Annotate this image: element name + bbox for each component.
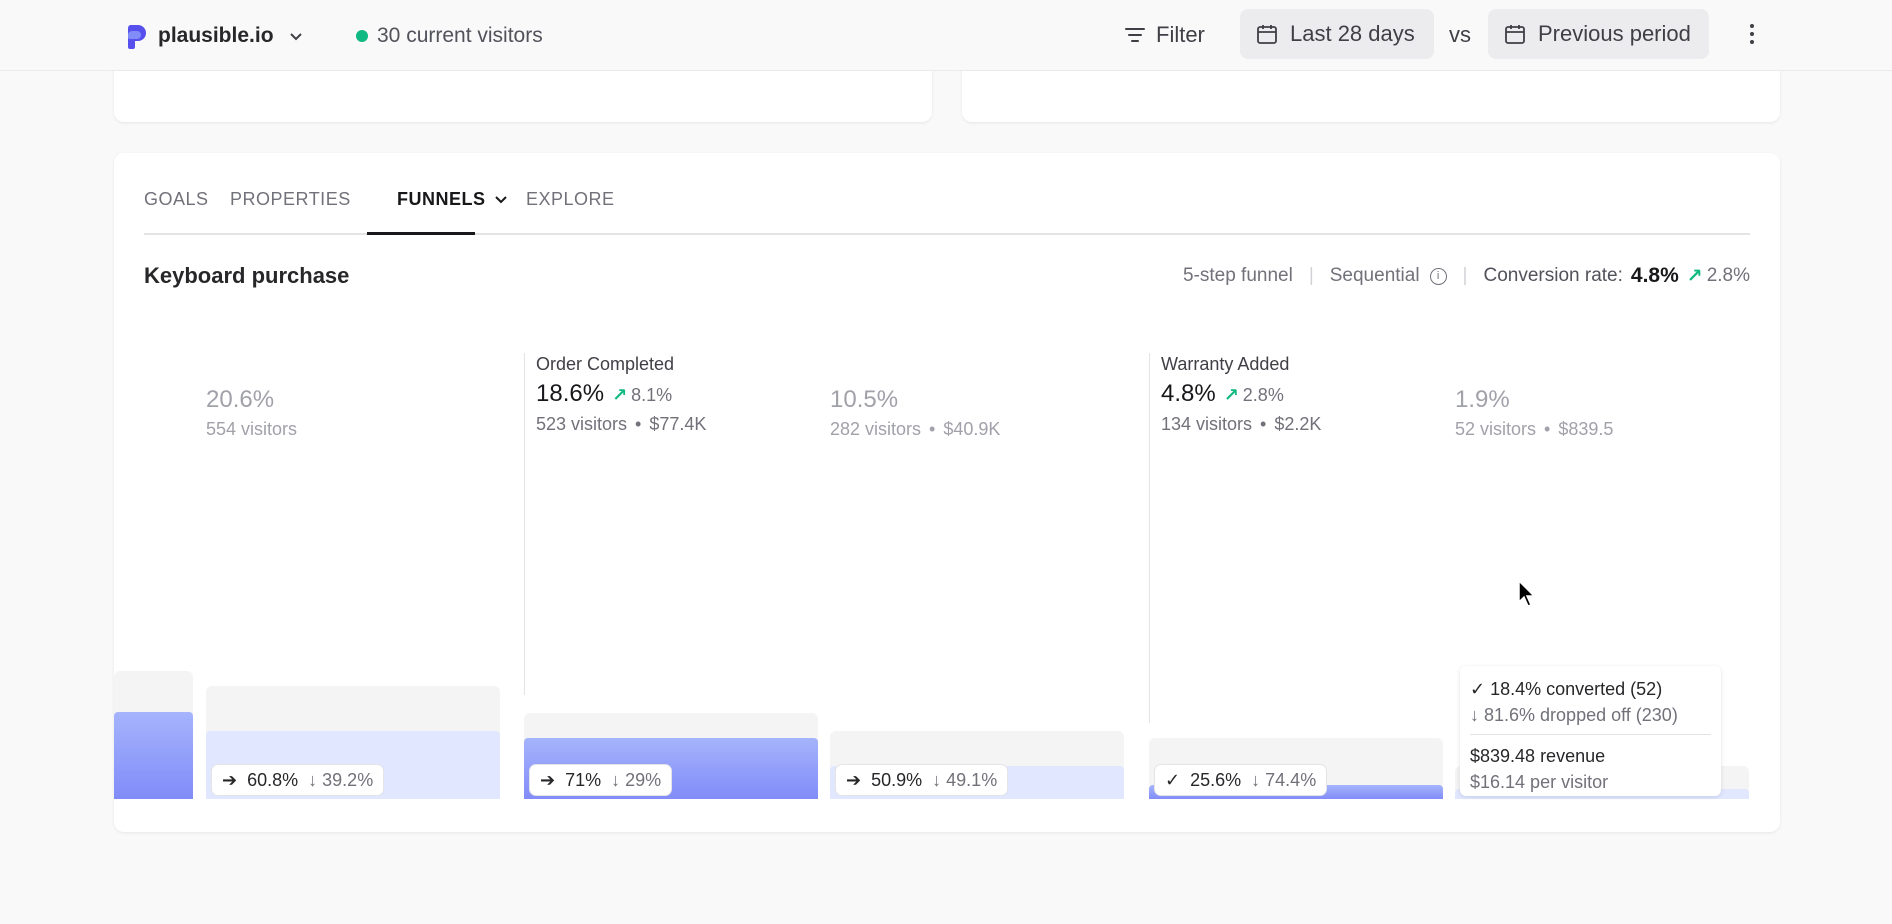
step-revenue: $2.2K <box>1274 414 1322 434</box>
filter-label: Filter <box>1156 22 1205 47</box>
step-tooltip: ✓ 18.4% converted (52) ↓ 81.6% dropped o… <box>1460 666 1721 796</box>
step-divider <box>1149 353 1150 723</box>
step-name: Order Completed <box>536 354 675 374</box>
drop-rate: 39.2% <box>322 769 374 790</box>
continue-rate: 71% <box>565 769 602 790</box>
step-transition-pill: ➔ 71% ↓ 29% <box>530 765 672 795</box>
step-change: 2.8% <box>1242 385 1284 405</box>
arrow-right-icon: ➔ <box>846 769 862 790</box>
drop-rate: 74.4% <box>1265 769 1317 790</box>
step-visitors: 554 visitors <box>206 419 298 439</box>
site-switcher[interactable]: plausible.io <box>126 20 304 52</box>
tab-funnels[interactable]: FUNNELS <box>397 186 508 212</box>
step-divider <box>524 353 525 695</box>
more-options-icon[interactable] <box>1742 14 1762 54</box>
conversion-change-value: 2.8% <box>1706 265 1750 286</box>
step-pct: 18.6% <box>536 380 605 407</box>
conversion-rate-label: Conversion rate: <box>1483 265 1623 286</box>
vs-label: vs <box>1449 22 1471 47</box>
step-visitors: 52 visitors <box>1455 419 1537 439</box>
funnel-step-3[interactable]: 10.5% 282 visitors • $40.9K <box>830 381 1000 441</box>
filter-button[interactable]: Filter <box>1124 18 1205 52</box>
step-pct: 10.5% <box>830 386 899 413</box>
arrow-up-right-icon: ↗ <box>612 385 628 405</box>
funnel-meta: 5-step funnel | Sequential i | Conversio… <box>1182 264 1750 288</box>
continue-rate: 60.8% <box>247 769 299 790</box>
info-icon[interactable]: i <box>1429 267 1447 285</box>
plausible-logo-icon <box>127 25 146 49</box>
step-revenue: $839.5 <box>1558 419 1614 439</box>
date-range-label: Last 28 days <box>1290 21 1415 46</box>
arrow-down-icon: ↓ <box>308 769 318 790</box>
funnel-step-5[interactable]: 1.9% 52 visitors • $839.5 <box>1455 381 1613 441</box>
calendar-icon <box>1257 25 1277 44</box>
conversion-rate-value: 4.8% <box>1630 264 1679 287</box>
arrow-down-icon: ↓ <box>611 769 621 790</box>
arrow-right-icon: ➔ <box>222 769 238 790</box>
check-icon: ✓ <box>1165 769 1181 790</box>
step-revenue: $40.9K <box>943 419 1001 439</box>
step-transition-pill: ✓ 25.6% ↓ 74.4% <box>1155 765 1327 795</box>
live-dot-icon <box>356 30 368 42</box>
step-change: 8.1% <box>631 385 673 405</box>
compare-period-label: Previous period <box>1538 21 1691 46</box>
continue-rate: 50.9% <box>871 769 923 790</box>
step-revenue: $77.4K <box>649 414 707 434</box>
tab-explore[interactable]: EXPLORE <box>526 186 615 212</box>
arrow-up-right-icon: ↗ <box>1223 385 1239 405</box>
step-visitors: 134 visitors <box>1161 414 1253 434</box>
step-transition-pill: ➔ 60.8% ↓ 39.2% <box>212 765 384 795</box>
funnel-title: Keyboard purchase <box>144 263 350 288</box>
mode-label: Sequential <box>1329 265 1420 286</box>
arrow-up-right-icon: ↗ <box>1686 265 1703 287</box>
chevron-down-icon <box>289 33 302 41</box>
tab-goals[interactable]: GOALS <box>144 186 209 212</box>
drop-rate: 29% <box>625 769 662 790</box>
continue-rate: 25.6% <box>1190 769 1242 790</box>
arrow-down-icon: ↓ <box>1251 769 1261 790</box>
mouse-cursor-icon <box>1518 580 1536 607</box>
compare-period-button[interactable]: Previous period <box>1488 9 1709 59</box>
drop-rate: 49.1% <box>946 769 998 790</box>
date-range-button[interactable]: Last 28 days <box>1240 9 1434 59</box>
funnel-step-1[interactable]: 20.6% 554 visitors <box>206 381 297 441</box>
active-tab-indicator <box>367 232 475 235</box>
tooltip-dropped: ↓ 81.6% dropped off (230) <box>1470 705 1678 725</box>
funnel-step-4[interactable]: Warranty Added 4.8% ↗ 2.8% 134 visitors • $… <box>1161 353 1321 436</box>
step-visitors: 282 visitors <box>830 419 922 439</box>
bar-fill[interactable] <box>114 712 193 799</box>
funnel-step-2[interactable]: Order Completed 18.6% ↗ 8.1% 523 visitors… <box>536 353 706 436</box>
step-name: Warranty Added <box>1161 354 1290 374</box>
step-pct: 4.8% <box>1161 380 1216 407</box>
conversion-rate-change: ↗ 2.8% <box>1687 265 1750 288</box>
arrow-right-icon: ➔ <box>540 769 556 790</box>
calendar-icon <box>1505 25 1525 44</box>
current-visitors-label: 30 current visitors <box>377 24 543 47</box>
filter-icon <box>1125 28 1145 42</box>
steps-label: 5-step funnel <box>1182 265 1293 286</box>
tabs: GOALS PROPERTIES FUNNELS EXPLORE <box>144 153 1750 235</box>
step-transition-pill: ➔ 50.9% ↓ 49.1% <box>836 765 1008 795</box>
step-visitors: 523 visitors <box>536 414 628 434</box>
current-visitors[interactable]: 30 current visitors <box>356 20 543 52</box>
step-pct: 20.6% <box>206 386 275 413</box>
site-name: plausible.io <box>158 24 274 47</box>
tab-funnels-label: FUNNELS <box>397 189 486 209</box>
chevron-down-icon <box>494 196 507 204</box>
conversions-card: GOALS PROPERTIES FUNNELS EXPLORE Keyboar… <box>114 153 1780 832</box>
tab-properties[interactable]: PROPERTIES <box>230 186 351 212</box>
tooltip-converted: ✓ 18.4% converted (52) <box>1470 679 1663 699</box>
arrow-down-icon: ↓ <box>932 769 942 790</box>
tooltip-revenue: $839.48 revenue <box>1470 746 1606 766</box>
step-pct: 1.9% <box>1455 386 1510 413</box>
tooltip-per-visitor: $16.14 per visitor <box>1470 772 1609 792</box>
top-bar: plausible.io 30 current visitors Filter … <box>0 0 1892 71</box>
